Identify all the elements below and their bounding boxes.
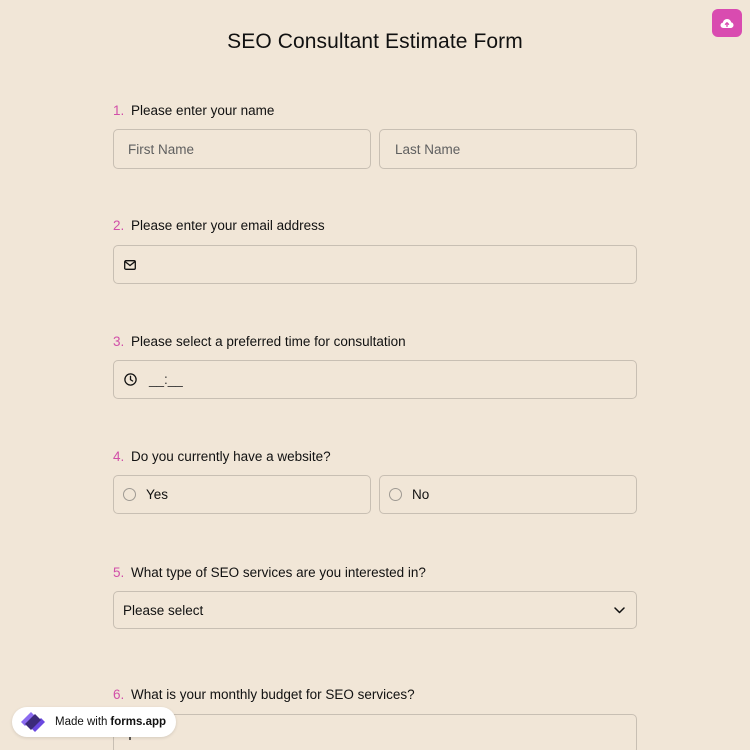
question-number: 4. (113, 449, 125, 464)
made-with-badge[interactable]: Made with forms.app (12, 707, 177, 737)
question-4-label: 4. Do you currently have a website? (113, 449, 331, 464)
question-3-label: 3. Please select a preferred time for co… (113, 334, 406, 349)
question-1-label: 1. Please enter your name (113, 103, 274, 118)
question-text: Do you currently have a website? (131, 449, 331, 464)
budget-field[interactable] (113, 714, 637, 750)
badge-prefix: Made with (55, 716, 108, 728)
radio-circle-icon (389, 488, 402, 501)
seo-services-select[interactable]: Please select (113, 591, 637, 629)
question-text: Please enter your email address (131, 218, 325, 233)
question-number: 3. (113, 334, 125, 349)
badge-brand: forms.app (110, 716, 167, 728)
last-name-field[interactable]: Last Name (379, 129, 637, 169)
form-page: SEO Consultant Estimate Form 1. Please e… (0, 0, 750, 750)
question-number: 1. (113, 103, 125, 118)
radio-option-no[interactable]: No (379, 475, 637, 514)
question-number: 6. (113, 687, 125, 702)
question-5-label: 5. What type of SEO services are you int… (113, 565, 426, 580)
question-2-label: 2. Please enter your email address (113, 218, 325, 233)
radio-label-yes: Yes (146, 487, 169, 502)
question-text: What is your monthly budget for SEO serv… (131, 687, 415, 702)
chevron-down-icon (614, 606, 625, 614)
question-text: Please enter your name (131, 103, 275, 118)
first-name-placeholder: First Name (128, 141, 195, 157)
forms-app-logo-icon (18, 710, 48, 734)
last-name-placeholder: Last Name (395, 141, 461, 157)
first-name-field[interactable]: First Name (113, 129, 371, 169)
radio-option-yes[interactable]: Yes (113, 475, 371, 514)
question-text: What type of SEO services are you intere… (131, 565, 426, 580)
question-number: 5. (113, 565, 125, 580)
cloud-upload-icon (720, 18, 734, 29)
question-number: 2. (113, 218, 125, 233)
page-title: SEO Consultant Estimate Form (227, 30, 523, 53)
time-field[interactable]: __:__ (113, 360, 637, 399)
select-value: Please select (123, 602, 204, 618)
radio-label-no: No (412, 487, 430, 502)
email-field[interactable] (113, 245, 637, 284)
question-text: Please select a preferred time for consu… (131, 334, 406, 349)
mail-icon (124, 259, 136, 270)
radio-circle-icon (123, 488, 136, 501)
clock-icon (124, 373, 137, 386)
question-6-label: 6. What is your monthly budget for SEO s… (113, 687, 415, 702)
time-mask: __:__ (149, 372, 183, 387)
